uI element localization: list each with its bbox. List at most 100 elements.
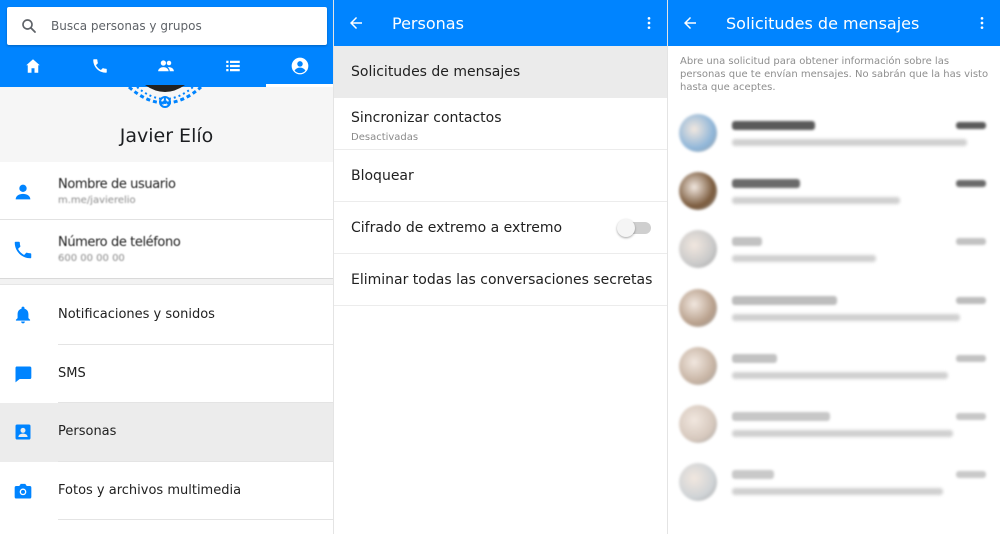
more-vert-icon[interactable] — [964, 14, 1000, 32]
avatar — [679, 230, 717, 269]
option-label: Sincronizar contactos — [351, 110, 502, 126]
tab-home[interactable] — [0, 48, 67, 87]
request-time-blurred — [956, 296, 986, 304]
home-icon — [24, 57, 42, 79]
requests-info-text: Abre una solicitud para obtener informac… — [680, 56, 989, 93]
back-arrow-icon[interactable] — [334, 14, 378, 32]
list-icon — [224, 57, 242, 79]
username-row[interactable]: Nombre de usuario m.me/javierelio — [0, 162, 333, 220]
settings-item-label: Notificaciones y sonidos — [58, 307, 215, 322]
request-time-blurred — [956, 354, 986, 362]
camera-icon — [13, 481, 33, 501]
section-divider — [0, 278, 333, 285]
people-app-bar: Personas — [334, 0, 667, 46]
avatar — [679, 114, 717, 152]
page-title: Solicitudes de mensajes — [726, 13, 920, 33]
back-arrow-icon[interactable] — [668, 14, 712, 32]
request-row[interactable] — [668, 99, 1000, 157]
request-preview-blurred — [732, 139, 967, 146]
settings-item-people[interactable]: Personas — [0, 403, 333, 462]
more-vert-icon[interactable] — [631, 14, 667, 32]
option-label: Eliminar todas las conversaciones secret… — [351, 272, 653, 288]
request-name-blurred — [732, 411, 830, 421]
request-preview-blurred — [732, 197, 900, 205]
settings-item-label: Personas — [58, 424, 117, 439]
request-preview-blurred — [732, 371, 948, 379]
request-row[interactable] — [668, 274, 1000, 332]
person-icon — [12, 181, 34, 203]
request-time-blurred — [956, 471, 986, 479]
tab-people[interactable] — [133, 48, 200, 87]
request-row[interactable] — [668, 215, 1000, 273]
request-time-blurred — [956, 122, 986, 129]
option-message-requests[interactable]: Solicitudes de mensajes — [334, 46, 667, 98]
search-box[interactable]: Busca personas y grupos — [7, 7, 327, 45]
avatar — [679, 463, 717, 502]
settings-list: Notificaciones y sonidos SMS Personas Fo… — [0, 286, 333, 520]
option-sublabel: Desactivadas — [351, 132, 419, 143]
option-sync-contacts[interactable]: Sincronizar contactos Desactivadas — [334, 98, 667, 150]
search-icon — [7, 17, 51, 35]
requests-app-bar: Solicitudes de mensajes — [668, 0, 1000, 46]
username-value: m.me/javierelio — [58, 195, 136, 206]
request-time-blurred — [956, 180, 986, 188]
option-label: Solicitudes de mensajes — [351, 64, 521, 80]
encryption-toggle[interactable] — [617, 219, 651, 237]
option-delete-secret-conversations[interactable]: Eliminar todas las conversaciones secret… — [334, 254, 667, 306]
toggle-knob — [617, 219, 635, 237]
divider — [58, 519, 333, 520]
bell-icon — [13, 305, 33, 325]
request-row[interactable] — [668, 390, 1000, 448]
settings-item-label: Fotos y archivos multimedia — [58, 482, 242, 498]
people-icon — [156, 57, 176, 79]
request-name-blurred — [732, 353, 777, 363]
profile-name: Javier Elío — [119, 125, 214, 147]
phone-icon — [91, 57, 109, 79]
sms-icon — [13, 364, 33, 384]
request-row[interactable] — [668, 157, 1000, 215]
phone-number-value: 600 00 00 00 — [58, 253, 125, 264]
phone-number-title: Número de teléfono — [58, 235, 181, 250]
tab-list[interactable] — [200, 48, 267, 87]
tab-bar — [0, 48, 333, 87]
request-name-blurred — [732, 237, 762, 247]
option-block[interactable]: Bloquear — [334, 150, 667, 202]
request-name-blurred — [732, 121, 815, 130]
avatar — [679, 346, 717, 385]
option-label: Bloquear — [351, 168, 414, 184]
settings-item-notifications[interactable]: Notificaciones y sonidos — [0, 286, 333, 345]
tab-calls[interactable] — [67, 48, 134, 87]
avatar — [679, 172, 717, 211]
search-placeholder: Busca personas y grupos — [51, 19, 202, 33]
messenger-code-icon — [128, 85, 202, 108]
tab-profile[interactable] — [266, 48, 333, 87]
request-time-blurred — [956, 238, 986, 246]
request-preview-blurred — [732, 429, 953, 437]
option-label: Cifrado de extremo a extremo — [351, 220, 563, 236]
settings-item-media[interactable]: Fotos y archivos multimedia — [0, 462, 333, 520]
request-preview-blurred — [732, 255, 876, 263]
people-panel: Personas Solicitudes de mensajes Sincron… — [334, 0, 667, 534]
message-requests-panel: Solicitudes de mensajes Abre una solicit… — [668, 0, 1000, 534]
request-name-blurred — [732, 179, 800, 189]
username-title: Nombre de usuario — [58, 177, 176, 192]
request-row[interactable] — [668, 448, 1000, 506]
requests-list — [668, 99, 1000, 506]
request-time-blurred — [956, 412, 986, 420]
page-title: Personas — [392, 13, 464, 33]
phone-number-row[interactable]: Número de teléfono 600 00 00 00 — [0, 220, 333, 278]
request-name-blurred — [732, 470, 774, 480]
request-preview-blurred — [732, 313, 960, 321]
phone-icon — [12, 239, 34, 261]
profile-header: Javier Elío — [0, 85, 333, 162]
contact-card-icon — [13, 422, 33, 442]
account-info-list: Nombre de usuario m.me/javierelio Número… — [0, 162, 333, 285]
settings-item-label: SMS — [58, 365, 86, 381]
account-circle-icon — [290, 56, 310, 80]
avatar — [679, 404, 717, 443]
settings-item-sms[interactable]: SMS — [0, 345, 333, 403]
top-bar: Busca personas y grupos — [0, 0, 333, 87]
option-end-to-end-encryption[interactable]: Cifrado de extremo a extremo — [334, 202, 667, 254]
request-name-blurred — [732, 295, 837, 305]
request-row[interactable] — [668, 332, 1000, 390]
